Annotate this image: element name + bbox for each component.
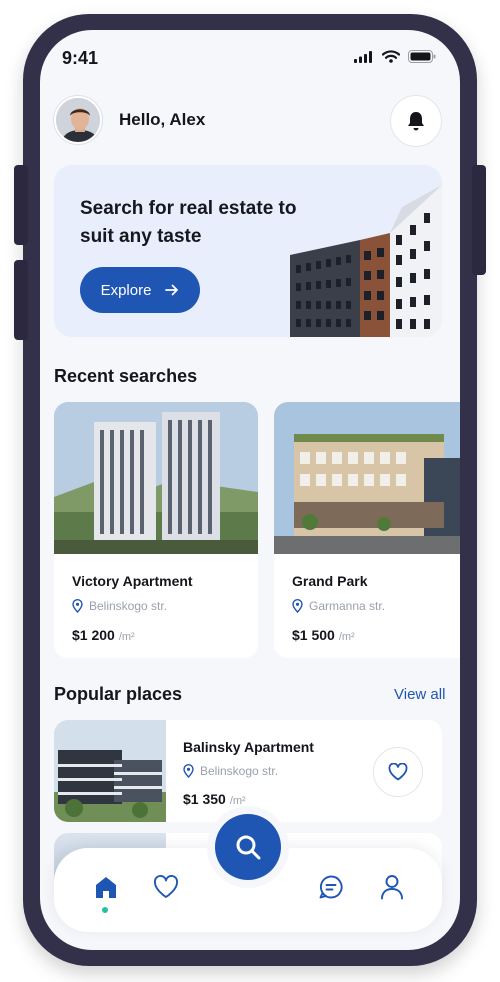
heart-icon (388, 763, 408, 781)
popular-card[interactable]: Balinsky Apartment Belinskogo str. $1 35… (54, 720, 442, 822)
price-unit: /m² (118, 631, 135, 643)
location-pin-icon (183, 764, 194, 778)
property-name: Victory Apartment (72, 573, 193, 589)
property-address: Garmanna str. (292, 599, 385, 613)
recent-card[interactable]: Victory Apartment Belinskogo str. $1 200… (54, 402, 258, 658)
explore-button-label: Explore (100, 281, 152, 299)
chat-icon (319, 875, 343, 899)
heart-icon (154, 875, 178, 898)
price-unit: /m² (338, 631, 355, 643)
signal-icon (354, 50, 372, 63)
explore-button[interactable]: Explore (80, 267, 200, 313)
property-price: $1 350/m² (183, 791, 246, 807)
location-pin-icon (292, 599, 303, 613)
promo-banner: Search for real estate to suit any taste… (54, 165, 442, 337)
notifications-button[interactable] (390, 95, 442, 147)
property-price: $1 200/m² (72, 627, 135, 643)
building-illustration (290, 185, 442, 337)
phone-side-button (14, 165, 28, 245)
phone-side-button (14, 260, 28, 340)
property-address-text: Belinskogo str. (200, 764, 279, 778)
greeting: Hello, Alex (119, 110, 206, 129)
property-address: Belinskogo str. (183, 764, 278, 778)
tab-messages[interactable] (316, 872, 346, 902)
banner-headline: Search for real estate to suit any taste (80, 198, 297, 247)
price-value: $1 350 (183, 791, 226, 807)
app-screen: 9:41 Hello, Alex Search for real estate … (40, 30, 460, 950)
popular-places-title: Popular places (54, 684, 183, 704)
home-icon (96, 877, 116, 898)
tab-favorites[interactable] (151, 872, 181, 902)
location-pin-icon (72, 599, 83, 613)
wifi-icon (382, 50, 400, 63)
status-icons (354, 50, 436, 63)
active-tab-indicator (102, 907, 108, 913)
bell-icon (408, 112, 424, 131)
property-photo (54, 720, 166, 822)
search-button[interactable] (215, 814, 281, 880)
property-address-text: Belinskogo str. (89, 599, 168, 613)
property-photo (274, 402, 460, 554)
property-address-text: Garmanna str. (309, 599, 386, 613)
status-time: 9:41 (62, 48, 99, 68)
price-value: $1 500 (292, 627, 335, 643)
search-icon (236, 835, 261, 860)
property-address: Belinskogo str. (72, 599, 167, 613)
arrow-right-icon (165, 284, 179, 296)
recent-card[interactable]: Grand Park Garmanna str. $1 500/m² (274, 402, 460, 658)
favorite-button[interactable] (373, 747, 423, 797)
profile-icon (381, 875, 403, 900)
battery-icon (408, 50, 436, 63)
price-value: $1 200 (72, 627, 115, 643)
avatar[interactable] (54, 96, 102, 144)
view-all-link[interactable]: View all (394, 686, 445, 703)
property-name: Grand Park (292, 573, 368, 589)
price-unit: /m² (229, 795, 246, 807)
user-photo (56, 98, 100, 142)
recent-searches-title: Recent searches (54, 366, 198, 386)
status-bar: 9:41 (40, 30, 460, 86)
tab-profile[interactable] (377, 872, 407, 902)
tab-home[interactable] (91, 872, 121, 902)
property-photo (54, 402, 258, 554)
property-price: $1 500/m² (292, 627, 355, 643)
property-name: Balinsky Apartment (183, 739, 314, 755)
phone-side-button (472, 165, 486, 275)
